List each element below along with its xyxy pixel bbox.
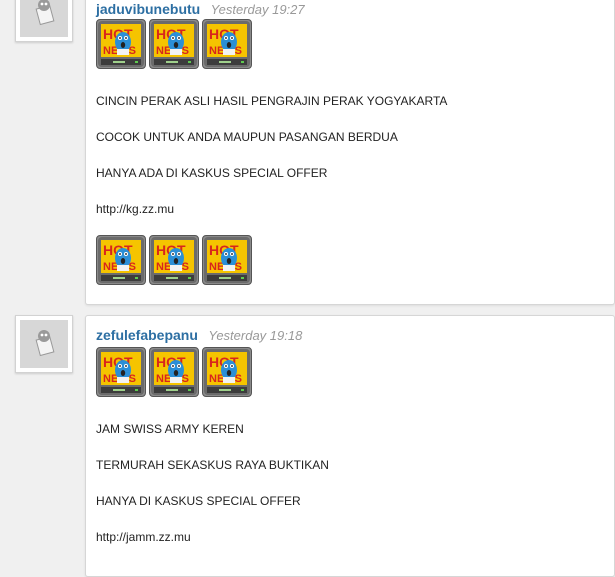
default-avatar-icon (20, 320, 68, 368)
post-text-line: JAM SWISS ARMY KEREN (96, 422, 244, 436)
hot-news-icon: HOTNEWS (202, 19, 252, 69)
post-timestamp: Yesterday 19:18 (208, 328, 303, 343)
username-link[interactable]: zefulefabepanu (96, 327, 198, 343)
post-text-line: COCOK UNTUK ANDA MAUPUN PASANGAN BERDUA (96, 130, 398, 144)
post-link[interactable]: http://kg.zz.mu (96, 202, 174, 216)
hot-news-icon: HOTNEWS (202, 347, 252, 397)
post-link[interactable]: http://jamm.zz.mu (96, 530, 191, 544)
post-timestamp: Yesterday 19:27 (210, 2, 305, 17)
hot-news-icon: HOTNEWS (96, 235, 146, 285)
user-avatar[interactable] (15, 315, 73, 373)
post-header: jaduvibunebutu Yesterday 19:27 (96, 1, 305, 19)
post-text-line: TERMURAH SEKASKUS RAYA BUKTIKAN (96, 458, 329, 472)
emote-row: HOTNEWS HOTNEWS HOTNEWS (96, 347, 252, 397)
user-avatar[interactable] (15, 0, 73, 42)
hot-news-icon: HOTNEWS (96, 347, 146, 397)
emote-row: HOTNEWS HOTNEWS HOTNEWS (96, 19, 252, 69)
post-card: jaduvibunebutu Yesterday 19:27 HOTNEWS H… (85, 0, 615, 305)
post-card: zefulefabepanu Yesterday 19:18 HOTNEWS H… (85, 315, 615, 577)
post-text-line: CINCIN PERAK ASLI HASIL PENGRAJIN PERAK … (96, 94, 448, 108)
post-text-line: HANYA DI KASKUS SPECIAL OFFER (96, 494, 301, 508)
post-text-line: HANYA ADA DI KASKUS SPECIAL OFFER (96, 166, 328, 180)
emote-row: HOTNEWS HOTNEWS HOTNEWS (96, 235, 252, 285)
hot-news-icon: HOTNEWS (202, 235, 252, 285)
username-link[interactable]: jaduvibunebutu (96, 1, 200, 17)
hot-news-icon: HOTNEWS (149, 347, 199, 397)
hot-news-icon: HOTNEWS (149, 19, 199, 69)
hot-news-icon: HOTNEWS (96, 19, 146, 69)
post-header: zefulefabepanu Yesterday 19:18 (96, 327, 302, 345)
hot-news-icon: HOTNEWS (149, 235, 199, 285)
default-avatar-icon (20, 0, 68, 37)
